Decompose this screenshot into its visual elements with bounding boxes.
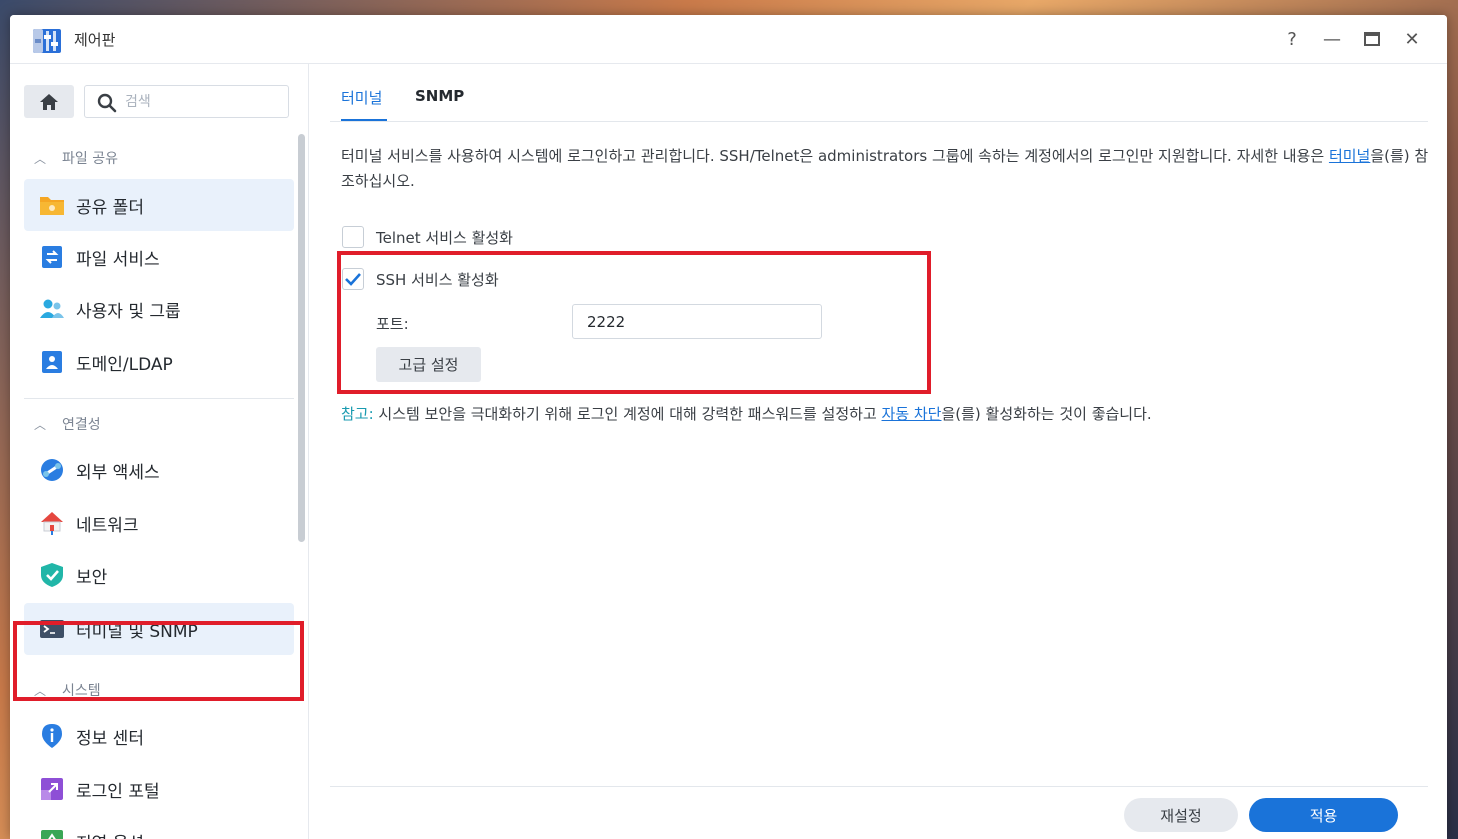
maximize-icon[interactable] — [1360, 27, 1384, 51]
section-label: 연결성 — [62, 417, 101, 433]
sidebar-item-label: 파일 서비스 — [76, 249, 160, 270]
section-file-sharing[interactable]: ︿ 파일 공유 — [24, 140, 118, 176]
sidebar-item-label: 지역 옵션 — [76, 829, 144, 839]
sidebar-item-external-access[interactable]: 외부 액세스 — [24, 444, 294, 496]
title-bar: 제어판 ? — ✕ — [10, 15, 1447, 64]
control-panel-app-icon — [31, 25, 63, 55]
sidebar-item-label: 로그인 포털 — [76, 781, 160, 802]
sidebar-item-login-portal[interactable]: 로그인 포털 — [24, 763, 294, 815]
shared-folder-icon — [39, 192, 65, 218]
external-access-icon — [39, 457, 65, 483]
chevron-up-icon: ︿ — [34, 417, 47, 432]
highlight-box-ssh — [337, 251, 931, 394]
note-label: 참고: — [341, 405, 374, 423]
sidebar-item-users-groups[interactable]: 사용자 및 그룹 — [24, 283, 294, 335]
sidebar-item-network[interactable]: 네트워크 — [24, 497, 294, 549]
telnet-label: Telnet 서비스 활성화 — [376, 228, 513, 247]
home-button[interactable] — [24, 85, 74, 118]
sidebar-item-label: 공유 폴더 — [76, 197, 144, 218]
highlight-box-sidebar — [13, 621, 304, 701]
section-connectivity[interactable]: ︿ 연결성 — [24, 406, 101, 442]
search-icon — [97, 93, 117, 113]
sidebar: ︿ 파일 공유 공유 폴더 파일 서비스 사용자 및 그룹 도메인/LDAP — [10, 64, 309, 839]
home-icon — [40, 93, 58, 110]
sidebar-item-label: 도메인/LDAP — [76, 354, 173, 375]
description-text: 터미널 서비스를 사용하여 시스템에 로그인하고 관리합니다. SSH/Teln… — [341, 144, 1431, 194]
window-title: 제어판 — [74, 31, 116, 49]
file-services-icon — [39, 244, 65, 270]
sidebar-item-domain-ldap[interactable]: 도메인/LDAP — [24, 336, 294, 388]
section-label: 파일 공유 — [62, 151, 118, 167]
minimize-icon[interactable]: — — [1320, 27, 1344, 51]
chevron-up-icon: ︿ — [34, 151, 47, 166]
sidebar-item-label: 네트워크 — [76, 515, 139, 536]
security-shield-icon — [39, 562, 65, 588]
telnet-checkbox[interactable] — [342, 226, 364, 248]
main-panel: 터미널 SNMP 터미널 서비스를 사용하여 시스템에 로그인하고 관리합니다.… — [310, 64, 1447, 839]
login-portal-icon — [39, 776, 65, 802]
sidebar-item-label: 사용자 및 그룹 — [76, 301, 181, 322]
reset-button[interactable]: 재설정 — [1124, 798, 1238, 832]
regional-options-icon — [39, 828, 65, 839]
search-box[interactable] — [84, 85, 289, 118]
sidebar-item-info-center[interactable]: 정보 센터 — [24, 710, 294, 762]
sidebar-item-shared-folder[interactable]: 공유 폴더 — [24, 179, 294, 231]
sidebar-scrollbar[interactable] — [298, 134, 305, 542]
apply-button[interactable]: 적용 — [1249, 798, 1398, 832]
close-icon[interactable]: ✕ — [1400, 27, 1424, 51]
note-part: 시스템 보안을 극대화하기 위해 로그인 계정에 대해 강력한 패스워드를 설정… — [373, 405, 882, 423]
sidebar-item-regional-options[interactable]: 지역 옵션 — [24, 815, 294, 839]
tabs-divider — [330, 121, 1428, 122]
note-part: 을(를) 활성화하는 것이 좋습니다. — [941, 405, 1152, 423]
info-center-icon — [39, 723, 65, 749]
domain-ldap-icon — [39, 349, 65, 375]
search-input[interactable] — [125, 90, 280, 114]
help-icon[interactable]: ? — [1280, 27, 1304, 51]
tab-snmp[interactable]: SNMP — [415, 87, 464, 105]
sidebar-divider — [24, 398, 294, 399]
sidebar-item-label: 보안 — [76, 567, 108, 588]
telnet-row: Telnet 서비스 활성화 — [342, 225, 513, 249]
description-part: 터미널 서비스를 사용하여 시스템에 로그인하고 관리합니다. SSH/Teln… — [341, 147, 1329, 165]
network-icon — [39, 510, 65, 536]
auto-block-link[interactable]: 자동 차단 — [882, 405, 942, 423]
sidebar-item-security[interactable]: 보안 — [24, 549, 294, 601]
tab-terminal[interactable]: 터미널 — [341, 87, 382, 108]
sidebar-item-label: 정보 센터 — [76, 728, 144, 749]
sidebar-item-label: 외부 액세스 — [76, 462, 160, 483]
footer-divider — [330, 786, 1428, 787]
sidebar-item-file-services[interactable]: 파일 서비스 — [24, 231, 294, 283]
control-panel-window: 제어판 ? — ✕ ︿ 파일 공유 공유 폴더 — [10, 15, 1447, 839]
users-groups-icon — [39, 296, 65, 322]
terminal-help-link[interactable]: 터미널 — [1329, 147, 1370, 165]
note-text: 참고: 시스템 보안을 극대화하기 위해 로그인 계정에 대해 강력한 패스워드… — [341, 403, 1152, 424]
